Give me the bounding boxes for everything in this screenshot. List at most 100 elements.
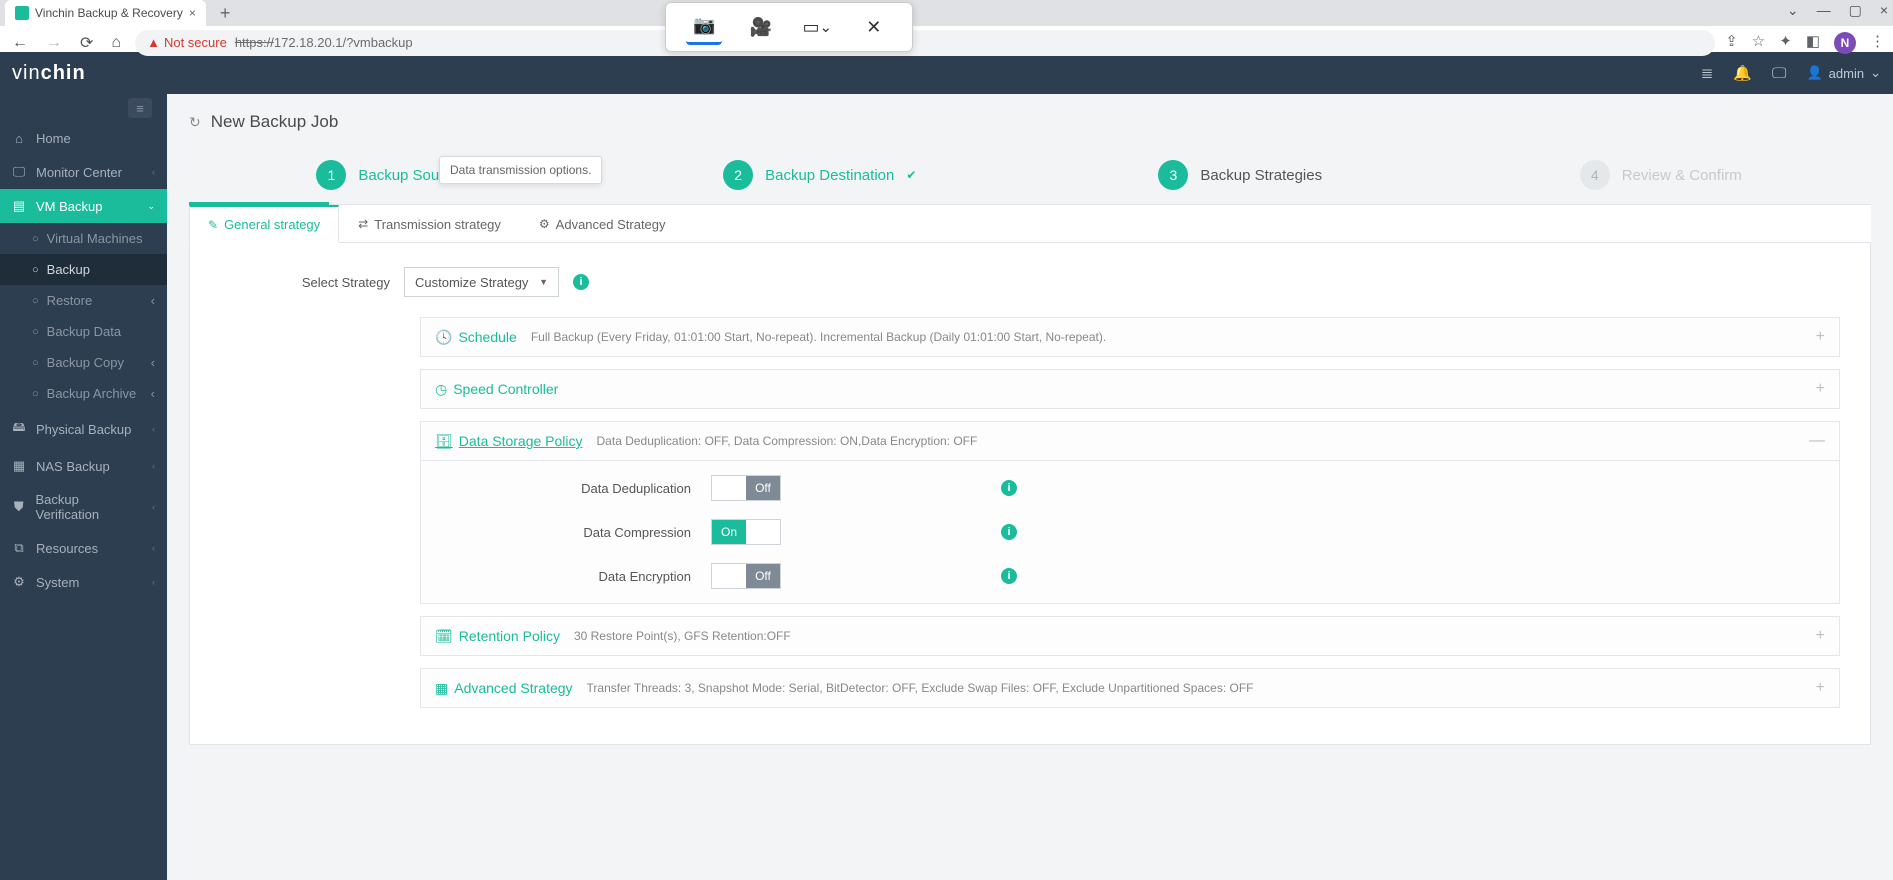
browser-tab[interactable]: Vinchin Backup & Recovery × [5,0,206,26]
chevron-right-icon: ‹ [152,543,155,553]
sidepanel-icon[interactable]: ◧ [1806,32,1820,54]
panel-schedule: 🕓 Schedule Full Backup (Every Friday, 01… [420,317,1840,357]
strategy-tabs: ✎ General strategy ⇄ Transmission strate… [189,205,1871,243]
chevron-down-icon[interactable]: ⌄ [1787,2,1799,19]
sidebar-sub-backup-data[interactable]: ○ Backup Data [0,316,167,347]
calendar-icon: 🗓 [435,628,453,645]
sidebar-item-label: Physical Backup [36,422,131,437]
panel-storage-header[interactable]: 🗄 Data Storage Policy Data Deduplication… [421,422,1839,460]
tab-advanced-strategy[interactable]: ⚙ Advanced Strategy [520,205,685,243]
toggle-compression[interactable]: On [711,519,781,545]
chevron-right-icon: ‹ [152,461,155,471]
step-backup-strategies[interactable]: 3 Backup Strategies [1030,152,1451,204]
expand-icon[interactable]: + [1816,627,1825,645]
toggle-encryption[interactable]: Off [711,563,781,589]
url-input[interactable]: ▲ Not secure https://172.18.20.1/?vmback… [135,30,1715,56]
chevron-right-icon: ‹ [152,167,155,177]
address-bar: ← → ⟳ ⌂ ▲ Not secure https://172.18.20.1… [0,26,1893,60]
nas-icon: ▦ [12,458,26,474]
back-button[interactable]: ← [8,34,32,52]
vm-icon: ▤ [12,198,26,214]
screen-capture-toolbar[interactable]: 📷 🎥 ▭⌄ ✕ [665,2,913,52]
collapse-icon[interactable]: — [1809,432,1825,450]
new-tab-button[interactable]: + [214,3,237,24]
sidebar-sub-backup-copy[interactable]: ○ Backup Copy ‹ [0,347,167,378]
sidebar-sub-restore[interactable]: ○ Restore ‹ [0,285,167,316]
circle-icon: ○ [32,233,39,245]
panel-schedule-header[interactable]: 🕓 Schedule Full Backup (Every Friday, 01… [421,318,1839,356]
reload-button[interactable]: ⟳ [76,33,97,53]
chevron-right-icon: ‹ [152,577,155,587]
sidebar-item-monitor[interactable]: 🖵 Monitor Center ‹ [0,155,167,189]
sidebar-item-label: Backup Copy [47,355,124,370]
row-data-encryption: Data Encryption Off i [441,563,1819,589]
sidebar-item-vm-backup[interactable]: ▤ VM Backup ⌄ [0,189,167,223]
info-icon[interactable]: i [1001,568,1017,584]
sidebar-item-physical[interactable]: 🖴 Physical Backup ‹ [0,409,167,449]
logo[interactable]: vinchin [12,62,86,85]
panel-advanced-header[interactable]: ▦ Advanced Strategy Transfer Threads: 3,… [421,669,1839,707]
home-button-browser[interactable]: ⌂ [107,34,125,52]
caret-down-icon: ▼ [539,277,548,287]
list-icon[interactable]: ≣ [1701,64,1714,82]
sidebar-item-label: Backup Archive [47,386,137,401]
expand-icon[interactable]: + [1816,380,1825,398]
select-strategy-dropdown[interactable]: Customize Strategy ▼ [404,267,559,297]
panel-title: 🕓 Schedule [435,329,517,346]
not-secure-badge[interactable]: ▲ Not secure [147,35,227,50]
sidebar-sub-virtual-machines[interactable]: ○ Virtual Machines [0,223,167,254]
select-strategy-row: Select Strategy Customize Strategy ▼ i [220,267,1840,297]
sidebar-sub-backup[interactable]: ○ Backup [0,254,167,285]
maximize-icon[interactable]: ▢ [1849,2,1862,19]
toggle-blank [712,476,746,500]
favicon-icon [15,6,29,20]
sidebar-item-nas[interactable]: ▦ NAS Backup ‹ [0,449,167,483]
expand-icon[interactable]: + [1816,328,1825,346]
panel-retention-header[interactable]: 🗓 Retention Policy 30 Restore Point(s), … [421,617,1839,655]
extensions-icon[interactable]: ✦ [1779,32,1792,54]
share-icon[interactable]: ⇪ [1725,32,1738,54]
tab-close-icon[interactable]: × [189,6,196,20]
sidebar-item-label: VM Backup [36,199,102,214]
step-backup-destination[interactable]: 2 Backup Destination ✔ [610,152,1031,204]
bookmark-icon[interactable]: ☆ [1752,32,1765,54]
step-review-confirm[interactable]: 4 Review & Confirm [1451,152,1872,204]
header-actions: ≣ 🔔 🖵 👤 admin ⌄ [1701,64,1881,82]
panel-speed-header[interactable]: ◷ Speed Controller + [421,370,1839,408]
tab-title: Vinchin Backup & Recovery [35,6,183,20]
sidebar-item-resources[interactable]: ⧉ Resources ‹ [0,531,167,565]
menu-icon[interactable]: ⋮ [1870,32,1885,54]
toggle-deduplication[interactable]: Off [711,475,781,501]
sidebar-item-label: Monitor Center [36,165,122,180]
chevron-down-icon: ⌄ [1870,65,1881,81]
browser-chrome: Vinchin Backup & Recovery × + ⌄ — ▢ × ← … [0,0,1893,52]
camera-icon[interactable]: 📷 [686,9,722,45]
sidebar-item-home[interactable]: ⌂ Home [0,122,167,155]
monitor-icon[interactable]: 🖵 [1772,65,1786,82]
not-secure-label: Not secure [164,35,227,50]
panel-subtitle: Transfer Threads: 3, Snapshot Mode: Seri… [587,681,1254,695]
tab-general-strategy[interactable]: ✎ General strategy [189,205,339,243]
bell-icon[interactable]: 🔔 [1733,64,1752,82]
grid-icon: ▦ [435,680,448,697]
close-capture-icon[interactable]: ✕ [856,9,892,45]
info-icon[interactable]: i [573,274,589,290]
expand-icon[interactable]: + [1816,679,1825,697]
sidebar-collapse-icon[interactable]: ≡ [128,98,152,118]
info-icon[interactable]: i [1001,524,1017,540]
sidebar-item-system[interactable]: ⚙ System ‹ [0,565,167,599]
close-window-icon[interactable]: × [1880,2,1888,19]
profile-avatar[interactable]: N [1834,32,1856,54]
region-icon[interactable]: ▭⌄ [799,9,835,45]
chevron-right-icon: ‹ [152,424,155,434]
info-icon[interactable]: i [1001,480,1017,496]
user-menu[interactable]: 👤 admin ⌄ [1806,65,1881,81]
step-label: Backup Destination [765,167,894,184]
sidebar-item-verification[interactable]: ⛊ Backup Verification ‹ [0,483,167,531]
tab-transmission-strategy[interactable]: ⇄ Transmission strategy [339,205,520,243]
server-icon: 🖴 [12,418,26,440]
minimize-icon[interactable]: — [1817,2,1831,19]
sidebar-sub-backup-archive[interactable]: ○ Backup Archive ‹ [0,378,167,409]
step-number: 4 [1580,160,1610,190]
video-icon[interactable]: 🎥 [743,9,779,45]
